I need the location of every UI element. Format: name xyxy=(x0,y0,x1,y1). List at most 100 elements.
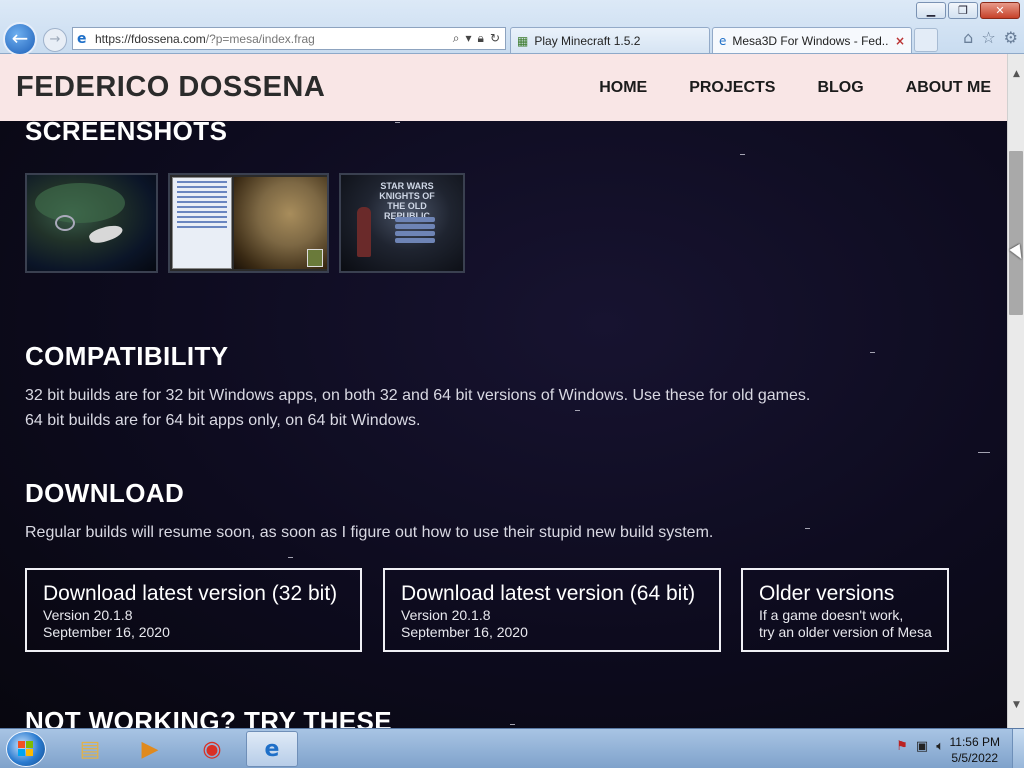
close-tab-icon[interactable]: × xyxy=(895,34,905,48)
screenshot-thumb-texture[interactable] xyxy=(168,173,329,273)
maximize-button[interactable]: ❐ xyxy=(948,2,978,19)
address-bar[interactable]: e https://fdossena.com/?p=mesa/index.fra… xyxy=(72,27,506,50)
site-title[interactable]: FEDERICO DOSSENA xyxy=(16,71,325,104)
folder-icon: ▤ xyxy=(79,736,101,762)
nav-home[interactable]: HOME xyxy=(599,79,647,97)
flag-square xyxy=(18,749,25,756)
star-decoration xyxy=(870,352,875,353)
planet-shape xyxy=(35,183,125,223)
refresh-icon[interactable]: ↻ xyxy=(490,31,500,46)
menu-bar xyxy=(395,231,435,236)
ie-tab-icon: e xyxy=(719,33,727,48)
nav-about-me[interactable]: ABOUT ME xyxy=(906,79,991,97)
clock-date: 5/5/2022 xyxy=(951,751,999,765)
menu-bar xyxy=(395,238,435,243)
tab-minecraft[interactable]: ▦ Play Minecraft 1.5.2 xyxy=(510,27,710,53)
internet-explorer-icon: e xyxy=(264,736,280,762)
clock-time: 11:56 PM xyxy=(949,735,1000,749)
home-icon[interactable]: ⌂ xyxy=(963,28,973,47)
window-controls: ▁ ❐ ✕ xyxy=(916,2,1020,19)
site-nav: HOME PROJECTS BLOG ABOUT ME xyxy=(557,79,1007,97)
older-versions-button[interactable]: Older versions If a game doesn't work, t… xyxy=(741,568,949,652)
address-tools: ⌕ ▾ 🔒︎ ↻ xyxy=(453,31,505,46)
browser-chrome: ▁ ❐ ✕ ← → e https://fdossena.com/?p=mesa… xyxy=(0,0,1024,56)
close-window-button[interactable]: ✕ xyxy=(980,2,1020,19)
kotor-title: STAR WARS KNIGHTS OF THE OLD REPUBLIC xyxy=(379,181,435,221)
compatibility-heading: COMPATIBILITY xyxy=(25,341,229,371)
game-menu xyxy=(395,217,435,245)
compatibility-line-2: 64 bit builds are for 64 bit apps only, … xyxy=(25,412,421,429)
star-decoration xyxy=(395,122,400,123)
show-desktop-button[interactable] xyxy=(1012,729,1024,768)
new-tab-button[interactable] xyxy=(914,28,938,52)
star-decoration xyxy=(575,410,580,411)
site-header: FEDERICO DOSSENA HOME PROJECTS BLOG ABOU… xyxy=(0,54,1007,121)
star-decoration xyxy=(288,557,293,558)
taskbar-explorer[interactable]: ▤ xyxy=(64,731,116,767)
address-url[interactable]: https://fdossena.com/?p=mesa/index.frag xyxy=(95,32,453,46)
flag-square xyxy=(26,749,33,756)
scrollbar-thumb[interactable] xyxy=(1009,151,1023,315)
network-icon[interactable]: ▣ xyxy=(916,739,928,754)
taskbar-internet-explorer[interactable]: e xyxy=(246,731,298,767)
minecraft-tab-icon: ▦ xyxy=(517,33,529,48)
download-64bit-button[interactable]: Download latest version (64 bit) Version… xyxy=(383,568,721,652)
tab-mesa3d[interactable]: e Mesa3D For Windows - Fed... × xyxy=(712,27,912,53)
system-tray: ⚑ ▣ 🔈︎ xyxy=(896,739,944,754)
taskbar-chrome[interactable]: ◉ xyxy=(186,731,238,767)
vertical-scrollbar[interactable]: ▲ ▼ xyxy=(1007,54,1024,728)
compatibility-line-1: 32 bit builds are for 32 bit Windows app… xyxy=(25,387,811,404)
button-line-2: try an older version of Mesa xyxy=(759,624,932,640)
menu-bar xyxy=(395,217,435,222)
panel-line xyxy=(177,206,227,208)
settings-gear-icon[interactable]: ⚙ xyxy=(1004,28,1018,47)
button-date: September 16, 2020 xyxy=(401,624,528,640)
ie-page-icon: e xyxy=(77,30,87,47)
taskbar-media-player[interactable]: ▶ xyxy=(124,731,176,767)
minimize-button[interactable]: ▁ xyxy=(916,2,946,19)
action-center-icon[interactable]: ⚑ xyxy=(896,739,908,754)
panel-line xyxy=(177,221,227,223)
arrow-right-icon: → xyxy=(49,32,61,47)
media-player-icon: ▶ xyxy=(141,736,159,762)
not-working-heading: NOT WORKING? TRY THESE xyxy=(25,706,393,728)
lock-icon[interactable]: 🔒︎ xyxy=(478,31,484,46)
button-version: Version 20.1.8 xyxy=(401,607,491,623)
button-date: September 16, 2020 xyxy=(43,624,170,640)
arrow-left-icon: ← xyxy=(11,26,29,50)
thumbnail-badge xyxy=(307,249,323,267)
dropdown-icon[interactable]: ▾ xyxy=(466,31,472,46)
button-title: Download latest version (64 bit) xyxy=(401,582,696,605)
panel-line xyxy=(177,186,227,188)
forward-button[interactable]: → xyxy=(43,28,67,52)
download-32bit-button[interactable]: Download latest version (32 bit) Version… xyxy=(25,568,362,652)
tab-label: Play Minecraft 1.5.2 xyxy=(534,33,641,48)
page-viewport: FEDERICO DOSSENA HOME PROJECTS BLOG ABOU… xyxy=(0,54,1007,728)
windows-flag-icon xyxy=(18,741,34,757)
url-path: /?p=mesa/index.frag xyxy=(205,31,315,46)
search-icon[interactable]: ⌕ xyxy=(453,31,460,46)
button-title: Older versions xyxy=(759,582,895,605)
start-button[interactable] xyxy=(6,731,46,767)
button-title: Download latest version (32 bit) xyxy=(43,582,338,605)
star-decoration xyxy=(978,452,990,453)
nav-projects[interactable]: PROJECTS xyxy=(689,79,775,97)
panel-line xyxy=(177,216,227,218)
ship-shape xyxy=(55,215,75,231)
panel-line xyxy=(177,191,227,193)
screenshot-thumb-kotor[interactable]: STAR WARS KNIGHTS OF THE OLD REPUBLIC xyxy=(339,173,465,273)
download-text: Regular builds will resume soon, as soon… xyxy=(25,524,714,541)
scroll-down-arrow[interactable]: ▼ xyxy=(1008,697,1024,714)
button-line-1: If a game doesn't work, xyxy=(759,607,904,623)
panel-line xyxy=(177,226,227,228)
volume-icon[interactable]: 🔈︎ xyxy=(936,739,944,754)
nav-blog[interactable]: BLOG xyxy=(817,79,863,97)
favorites-star-icon[interactable]: ☆ xyxy=(981,28,995,47)
screenshot-thumb-space[interactable] xyxy=(25,173,158,273)
star-decoration xyxy=(805,528,810,529)
scroll-up-arrow[interactable]: ▲ xyxy=(1008,66,1024,83)
back-button[interactable]: ← xyxy=(3,22,37,56)
panel-line xyxy=(177,201,227,203)
browser-tools: ⌂ ☆ ⚙ xyxy=(963,28,1018,47)
taskbar-clock[interactable]: 11:56 PM 5/5/2022 xyxy=(950,734,1000,766)
